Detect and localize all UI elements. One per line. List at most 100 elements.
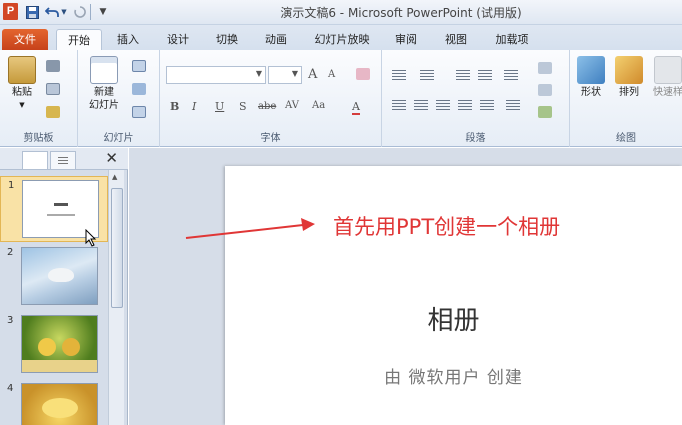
- layout-icon[interactable]: [132, 60, 146, 72]
- clipboard-group: 粘贴 ▼ 剪贴板: [0, 50, 78, 147]
- slides-group: 新建 幻灯片 幻灯片: [78, 50, 160, 147]
- quick-styles-button[interactable]: 快速样: [650, 56, 682, 99]
- tab-addins[interactable]: 加载项: [486, 29, 538, 50]
- slides-group-label: 幻灯片: [103, 133, 134, 144]
- tab-transitions[interactable]: 切换: [207, 29, 247, 50]
- slide-title[interactable]: 相册: [225, 300, 682, 337]
- tab-design[interactable]: 设计: [158, 29, 198, 50]
- strikethrough-button[interactable]: abe: [258, 101, 276, 112]
- quick-styles-label: 快速样: [653, 87, 682, 98]
- paste-dropdown-icon[interactable]: ▼: [6, 99, 38, 112]
- paste-label: 粘贴: [12, 87, 32, 98]
- tab-insert[interactable]: 插入: [108, 29, 148, 50]
- pane-tabs: ✕: [0, 148, 128, 170]
- tab-slides-thumbnails[interactable]: [22, 151, 48, 169]
- new-slide-icon: [90, 56, 118, 84]
- paragraph-group: 段落: [382, 50, 570, 147]
- grow-font-button[interactable]: A: [308, 67, 317, 82]
- annotation-arrow-icon: [185, 218, 315, 239]
- chick-shape: [38, 338, 56, 356]
- shapes-label: 形状: [581, 87, 601, 98]
- window-title: 演示文稿6 - Microsoft PowerPoint (试用版): [280, 6, 522, 20]
- ground-shape: [22, 360, 97, 372]
- clear-formatting-icon[interactable]: [356, 68, 370, 80]
- new-slide-button[interactable]: 新建 幻灯片: [84, 56, 124, 112]
- tab-outline[interactable]: [50, 151, 76, 169]
- editing-canvas: 相册 由 微软用户 创建: [129, 148, 682, 425]
- underline-button[interactable]: U: [215, 100, 224, 113]
- copy-icon[interactable]: [46, 83, 60, 95]
- tab-view[interactable]: 视图: [436, 29, 476, 50]
- numbering-icon[interactable]: [420, 70, 434, 80]
- close-pane-icon[interactable]: ✕: [105, 149, 118, 167]
- columns-icon[interactable]: [506, 100, 520, 110]
- align-left-icon[interactable]: [392, 100, 406, 110]
- tab-home[interactable]: 开始: [56, 29, 102, 50]
- slide-thumbnail-4[interactable]: 4: [0, 380, 108, 425]
- thumbnail-title: [54, 203, 68, 206]
- arrange-icon: [615, 56, 643, 84]
- shapes-button[interactable]: 形状: [574, 56, 608, 99]
- bullets-icon[interactable]: [392, 70, 406, 80]
- text-shadow-button[interactable]: S: [239, 100, 247, 113]
- shrink-font-button[interactable]: A: [328, 69, 335, 80]
- font-group: ▼ ▼ A A B I U S abe AV Aa A 字体: [160, 50, 382, 147]
- shapes-icon: [577, 56, 605, 84]
- slide-subtitle[interactable]: 由 微软用户 创建: [225, 363, 682, 388]
- slide-preview-chicks: [21, 315, 98, 373]
- slide-number: 4: [7, 383, 14, 394]
- scroll-up-icon[interactable]: ▲: [112, 173, 117, 181]
- paste-button[interactable]: 粘贴 ▼: [6, 56, 38, 112]
- format-painter-icon[interactable]: [46, 106, 60, 118]
- font-color-button[interactable]: A: [352, 100, 360, 115]
- slides-pane-scrollbar[interactable]: ▲: [108, 170, 124, 425]
- slide-preview-polar-bear: [21, 247, 98, 305]
- align-right-icon[interactable]: [436, 100, 450, 110]
- change-case-button[interactable]: Aa: [312, 100, 325, 111]
- scrollbar-thumb[interactable]: [111, 188, 123, 308]
- font-family-combo[interactable]: ▼: [166, 66, 266, 84]
- arrange-button[interactable]: 排列: [612, 56, 646, 99]
- slide-thumbnail-2[interactable]: 2: [0, 244, 108, 310]
- slides-pane: ✕ 1 2 3 4 ▲: [0, 148, 128, 425]
- tab-file[interactable]: 文件: [2, 29, 48, 50]
- annotation-text: 首先用PPT创建一个相册: [333, 215, 561, 239]
- tab-slideshow[interactable]: 幻灯片放映: [305, 29, 379, 50]
- tab-animations[interactable]: 动画: [256, 29, 296, 50]
- justify-icon[interactable]: [458, 100, 472, 110]
- increase-indent-icon[interactable]: [478, 70, 492, 80]
- reset-icon[interactable]: [132, 83, 146, 95]
- text-direction-icon[interactable]: [538, 62, 552, 74]
- font-size-combo[interactable]: ▼: [268, 66, 302, 84]
- section-icon[interactable]: [132, 106, 146, 118]
- slide-number: 2: [7, 247, 14, 258]
- slide-thumbnail-3[interactable]: 3: [0, 312, 108, 378]
- cut-icon[interactable]: [46, 60, 60, 72]
- smartart-icon[interactable]: [538, 106, 552, 118]
- arrange-label: 排列: [619, 87, 639, 98]
- thumbnail-subtitle: [47, 214, 75, 216]
- character-spacing-button[interactable]: AV: [285, 100, 299, 111]
- align-center-icon[interactable]: [414, 100, 428, 110]
- bold-button[interactable]: B: [170, 100, 179, 113]
- distributed-icon[interactable]: [480, 100, 494, 110]
- ribbon: 粘贴 ▼ 剪贴板 新建 幻灯片 幻灯片 ▼ ▼ A A B I U S abe …: [0, 50, 682, 147]
- ribbon-tab-bar: 文件 开始 插入 设计 切换 动画 幻灯片放映 审阅 视图 加载项: [0, 25, 682, 50]
- align-text-icon[interactable]: [538, 84, 552, 96]
- tab-review[interactable]: 审阅: [386, 29, 426, 50]
- font-group-label: 字体: [260, 133, 281, 144]
- slide-number: 1: [8, 180, 15, 191]
- outline-icon: [58, 157, 68, 164]
- drawing-group: 形状 排列 快速样 绘图: [570, 50, 682, 147]
- clipboard-group-label: 剪贴板: [23, 133, 54, 144]
- paragraph-group-label: 段落: [465, 133, 486, 144]
- line-spacing-icon[interactable]: [504, 70, 518, 80]
- decrease-indent-icon[interactable]: [456, 70, 470, 80]
- slide-number: 3: [7, 315, 14, 326]
- slide-thumbnail-1[interactable]: 1: [0, 176, 108, 247]
- slide-editor[interactable]: 相册 由 微软用户 创建: [225, 166, 682, 425]
- polar-bear-shape: [48, 268, 74, 282]
- slide-preview-ducklings: [21, 383, 98, 425]
- italic-button[interactable]: I: [192, 100, 196, 113]
- drawing-group-label: 绘图: [616, 133, 636, 144]
